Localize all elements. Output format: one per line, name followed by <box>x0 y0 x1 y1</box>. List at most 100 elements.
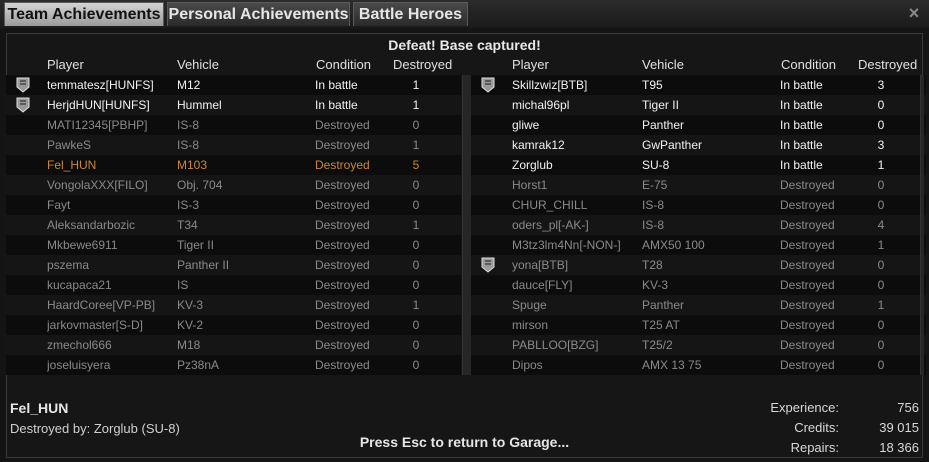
destroyed-count-cell: 0 <box>877 118 885 132</box>
player-name-cell: gliwe <box>512 118 540 132</box>
enemy-player-row[interactable]: mirson T25 AT Destroyed 0 <box>471 315 926 335</box>
enemy-player-row[interactable]: michal96pl Tiger II In battle 0 <box>471 95 926 115</box>
battle-result-title: Defeat! Base captured! <box>388 37 541 53</box>
player-name-cell: Aleksandarbozic <box>47 218 136 232</box>
vehicle-cell: Tiger II <box>177 238 214 252</box>
vehicle-cell: Obj. 704 <box>177 178 223 192</box>
right-header-destroyed: Destroyed <box>858 57 918 72</box>
condition-cell: In battle <box>780 98 823 112</box>
destroyed-count-cell: 1 <box>412 78 420 92</box>
team-list-allies: temmatesz[HUNFS] M12 In battle 1 HerjdHUN[HU… <box>6 75 461 375</box>
ally-player-row[interactable]: PawkeS IS-8 Destroyed 1 <box>6 135 461 155</box>
ally-player-row[interactable]: Fel_HUN M103 Destroyed 5 <box>6 155 461 175</box>
ally-player-row[interactable]: HerjdHUN[HUNFS] Hummel In battle 1 <box>6 95 461 115</box>
condition-cell: Destroyed <box>780 338 835 352</box>
destroyed-count-cell: 0 <box>412 178 420 192</box>
tab-personal-achievements[interactable]: Personal Achievements <box>167 2 350 26</box>
ally-player-row[interactable]: pszema Panther II Destroyed 0 <box>6 255 461 275</box>
player-name-cell: yona[BTB] <box>512 258 569 272</box>
ally-player-row[interactable]: HaardCoree[VP-PB] KV-3 Destroyed 1 <box>6 295 461 315</box>
player-name-cell: Spuge <box>512 298 547 312</box>
left-header-condition: Condition <box>316 57 371 72</box>
vehicle-cell: AMX 13 75 <box>642 358 702 372</box>
condition-cell: Destroyed <box>780 198 835 212</box>
vehicle-cell: Panther II <box>177 258 230 272</box>
ally-player-row[interactable]: zmechol666 M18 Destroyed 0 <box>6 335 461 355</box>
left-header-player: Player <box>47 57 84 72</box>
player-name-cell: M3tz3lm4Nn[-NON-] <box>512 238 621 252</box>
destroyed-count-cell: 0 <box>877 338 885 352</box>
enemy-player-row[interactable]: Dipos AMX 13 75 Destroyed 0 <box>471 355 926 375</box>
vehicle-cell: IS <box>177 278 189 292</box>
ally-player-row[interactable]: jarkovmaster[S-D] KV-2 Destroyed 0 <box>6 315 461 335</box>
enemy-player-row[interactable]: yona[BTB] T28 Destroyed 0 <box>471 255 926 275</box>
vehicle-cell: M103 <box>177 158 208 172</box>
destroyed-count-cell: 0 <box>412 118 420 132</box>
player-name-cell: Fel_HUN <box>47 158 97 172</box>
player-name-cell: PawkeS <box>47 138 92 152</box>
destroyed-count-cell: 1 <box>412 218 420 232</box>
destroyed-count-cell: 1 <box>412 98 420 112</box>
vehicle-cell: T25/2 <box>642 338 673 352</box>
player-name-cell: HerjdHUN[HUNFS] <box>47 98 150 112</box>
destroyed-count-cell: 1 <box>877 158 885 172</box>
condition-cell: Destroyed <box>780 358 835 372</box>
enemy-player-row[interactable]: gliwe Panther In battle 0 <box>471 115 926 135</box>
destroyed-count-cell: 0 <box>877 358 885 372</box>
vehicle-cell: M12 <box>177 78 201 92</box>
condition-cell: Destroyed <box>315 278 370 292</box>
condition-cell: In battle <box>780 118 823 132</box>
ally-player-row[interactable]: joseluisyera Pz38nA Destroyed 0 <box>6 355 461 375</box>
condition-cell: Destroyed <box>315 138 370 152</box>
ally-player-row[interactable]: MATI12345[PBHP] IS-8 Destroyed 0 <box>6 115 461 135</box>
enemy-player-row[interactable]: M3tz3lm4Nn[-NON-] AMX50 100 Destroyed 1 <box>471 235 926 255</box>
left-header-vehicle: Vehicle <box>177 57 219 72</box>
enemy-player-row[interactable]: Horst1 E-75 Destroyed 0 <box>471 175 926 195</box>
enemy-player-row[interactable]: dauce[FLY] KV-3 Destroyed 0 <box>471 275 926 295</box>
destroyed-count-cell: 0 <box>412 318 420 332</box>
enemy-player-row[interactable]: Spuge Panther Destroyed 1 <box>471 295 926 315</box>
vehicle-cell: KV-3 <box>177 298 204 312</box>
team-list-enemies: Skillzwiz[BTB] T95 In battle 3 michal96pl Tig… <box>471 75 926 375</box>
player-name-cell: Zorglub <box>512 158 553 172</box>
ally-player-row[interactable]: temmatesz[HUNFS] M12 In battle 1 <box>6 75 461 95</box>
enemy-player-row[interactable]: oders_pl[-AK-] IS-8 Destroyed 4 <box>471 215 926 235</box>
tab-team-achievements[interactable]: Team Achievements <box>4 2 164 26</box>
enemy-player-row[interactable]: PABLLOO[BZG] T25/2 Destroyed 0 <box>471 335 926 355</box>
enemy-player-row[interactable]: CHUR_CHILL IS-8 Destroyed 0 <box>471 195 926 215</box>
condition-cell: Destroyed <box>780 258 835 272</box>
player-name-cell: PABLLOO[BZG] <box>512 338 599 352</box>
enemy-player-row[interactable]: kamrak12 GwPanther In battle 3 <box>471 135 926 155</box>
condition-cell: Destroyed <box>315 218 370 232</box>
condition-cell: Destroyed <box>315 258 370 272</box>
vehicle-cell: T25 AT <box>642 318 680 332</box>
enemy-player-row[interactable]: Skillzwiz[BTB] T95 In battle 3 <box>471 75 926 95</box>
vehicle-cell: GwPanther <box>642 138 703 152</box>
player-name: Fel_HUN <box>10 400 69 416</box>
player-name-cell: dauce[FLY] <box>512 278 573 292</box>
ally-player-row[interactable]: kucapaca21 IS Destroyed 0 <box>6 275 461 295</box>
player-name-cell: Skillzwiz[BTB] <box>512 78 588 92</box>
player-name-cell: VongolaXXX[FILO] <box>47 178 148 192</box>
vehicle-cell: SU-8 <box>642 158 670 172</box>
experience-label: Experience: <box>770 400 839 415</box>
ally-player-row[interactable]: Fayt IS-3 Destroyed 0 <box>6 195 461 215</box>
player-name-cell: joseluisyera <box>47 358 111 372</box>
enemy-player-row[interactable]: Zorglub SU-8 In battle 1 <box>471 155 926 175</box>
player-name-cell: jarkovmaster[S-D] <box>47 318 144 332</box>
ally-player-row[interactable]: VongolaXXX[FILO] Obj. 704 Destroyed 0 <box>6 175 461 195</box>
destroyed-count-cell: 0 <box>877 198 885 212</box>
player-name-cell: MATI12345[PBHP] <box>47 118 148 132</box>
condition-cell: Destroyed <box>315 338 370 352</box>
destroyed-count-cell: 4 <box>877 218 885 232</box>
condition-cell: Destroyed <box>315 198 370 212</box>
destroyed-count-cell: 1 <box>877 238 885 252</box>
scrollbar[interactable] <box>920 75 924 375</box>
close-icon[interactable]: × <box>905 4 923 22</box>
player-name-cell: mirson <box>512 318 549 332</box>
player-name-cell: oders_pl[-AK-] <box>512 218 589 232</box>
ally-player-row[interactable]: Aleksandarbozic T34 Destroyed 1 <box>6 215 461 235</box>
tab-battle-heroes[interactable]: Battle Heroes <box>353 2 468 26</box>
ally-player-row[interactable]: Mkbewe6911 Tiger II Destroyed 0 <box>6 235 461 255</box>
right-header-vehicle: Vehicle <box>642 57 684 72</box>
